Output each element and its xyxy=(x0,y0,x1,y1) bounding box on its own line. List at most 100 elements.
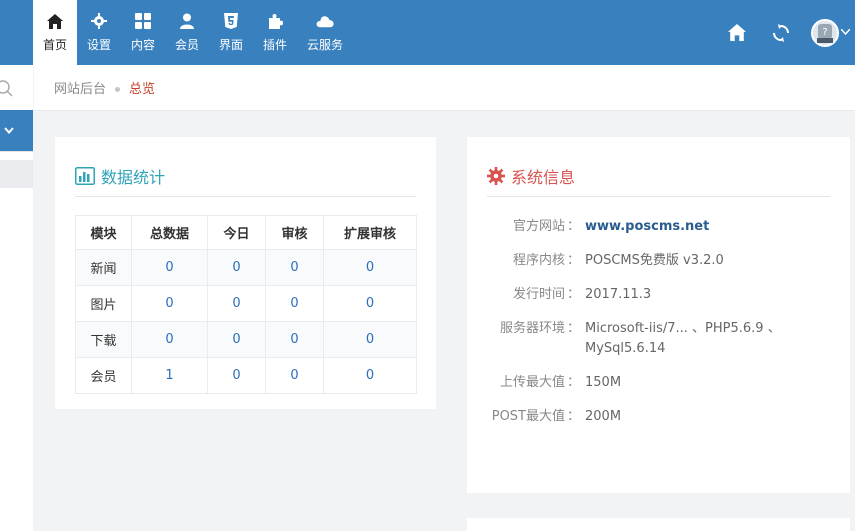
user-icon xyxy=(178,12,196,30)
grid-icon xyxy=(134,12,152,30)
info-label: 服务器环境 xyxy=(499,321,565,336)
nav-home[interactable]: 首页 xyxy=(33,0,77,65)
info-row-post: POST最大值 ： 200M xyxy=(487,407,830,427)
sidebar-item[interactable] xyxy=(0,160,33,188)
table-cell-link[interactable]: 0 xyxy=(265,321,324,358)
info-value: 150M xyxy=(585,375,622,390)
table-row: 会员 1 0 0 0 xyxy=(75,357,417,394)
table-cell-link[interactable]: 0 xyxy=(323,285,417,322)
info-row-website: 官方网站 ： www.poscms.net xyxy=(487,217,830,237)
info-row-kernel: 程序内核 ： POSCMS免费版 v3.2.0 xyxy=(487,251,830,271)
nav-plugins-label: 插件 xyxy=(262,38,287,52)
info-value: 200M xyxy=(585,409,622,424)
sidebar-menu-toggle[interactable] xyxy=(0,110,33,151)
table-cell: 下载 xyxy=(75,321,132,358)
column-header: 扩展审核 xyxy=(323,215,417,250)
nav-settings-label: 设置 xyxy=(86,38,111,52)
home-icon xyxy=(46,12,64,30)
breadcrumb-current: 总览 xyxy=(129,82,156,97)
search-icon xyxy=(0,80,13,97)
column-header: 总数据 xyxy=(131,215,208,250)
info-value: 2017.11.3 xyxy=(585,287,652,302)
breadcrumb-separator xyxy=(115,86,121,92)
website-link[interactable]: www.poscms.net xyxy=(585,217,830,237)
chevron-down-icon xyxy=(4,127,14,134)
table-cell-link[interactable]: 0 xyxy=(265,249,324,286)
stats-table: 模块 总数据 今日 审核 扩展审核 新闻 0 0 0 0 图片 0 0 0 0 xyxy=(75,215,417,394)
system-info-panel: 系统信息 官方网站 ： www.poscms.net 程序内核 ： POSCMS… xyxy=(467,137,850,493)
column-header: 模块 xyxy=(75,215,132,250)
info-row-upload: 上传最大值 ： 150M xyxy=(487,373,830,393)
system-info-header: 系统信息 xyxy=(487,157,830,197)
info-label: 上传最大值 xyxy=(499,375,565,390)
breadcrumb: 网站后台 总览 xyxy=(34,65,855,111)
refresh-icon xyxy=(773,23,789,42)
main-nav: 首页 设置 内容 会员 界面 插件 云服务 xyxy=(33,0,353,65)
table-cell-link[interactable]: 0 xyxy=(207,249,266,286)
nav-content-label: 内容 xyxy=(130,38,155,52)
bar-chart-icon xyxy=(75,166,95,185)
table-header-row: 模块 总数据 今日 审核 扩展审核 xyxy=(75,215,417,250)
column-header: 今日 xyxy=(207,215,266,250)
nav-members[interactable]: 会员 xyxy=(165,0,209,65)
info-value: POSCMS免费版 v3.2.0 xyxy=(585,253,724,268)
nav-settings[interactable]: 设置 xyxy=(77,0,121,65)
info-label: 发行时间 xyxy=(512,287,565,302)
user-placeholder-icon: ? xyxy=(817,23,833,43)
breadcrumb-home-link[interactable]: 网站后台 xyxy=(54,78,106,97)
info-label: 程序内核 xyxy=(512,253,565,268)
table-cell-link[interactable]: 0 xyxy=(265,285,324,322)
nav-content[interactable]: 内容 xyxy=(121,0,165,65)
info-label: POST最大值 xyxy=(491,409,565,424)
table-cell-link[interactable]: 0 xyxy=(323,249,417,286)
sidebar-search-button[interactable] xyxy=(0,73,33,103)
refresh-button[interactable] xyxy=(759,0,803,65)
info-row-server: 服务器环境 ： Microsoft-iis/7... 、PHP5.6.9 、My… xyxy=(487,319,830,359)
stats-panel-title: 数据统计 xyxy=(101,167,166,187)
html5-icon xyxy=(222,12,240,30)
table-cell-link[interactable]: 0 xyxy=(323,357,417,394)
table-cell-link[interactable]: 0 xyxy=(265,357,324,394)
table-cell-link[interactable]: 0 xyxy=(131,249,208,286)
nav-interface[interactable]: 界面 xyxy=(209,0,253,65)
table-cell-link[interactable]: 0 xyxy=(323,321,417,358)
nav-cloud-label: 云服务 xyxy=(306,38,343,52)
nav-home-label: 首页 xyxy=(42,38,67,52)
info-separator: ： xyxy=(567,253,581,268)
info-row-release: 发行时间 ： 2017.11.3 xyxy=(487,285,830,305)
puzzle-icon xyxy=(266,12,284,30)
info-separator: ： xyxy=(567,375,581,390)
stats-panel-header: 数据统计 xyxy=(75,157,416,197)
info-separator: ： xyxy=(567,409,581,424)
chevron-down-icon[interactable] xyxy=(840,27,855,38)
table-cell-link[interactable]: 1 xyxy=(131,357,208,394)
sidebar-divider xyxy=(0,151,33,152)
info-separator: ： xyxy=(567,219,581,234)
table-cell: 新闻 xyxy=(75,249,132,286)
column-header: 审核 xyxy=(265,215,324,250)
info-separator: ： xyxy=(567,321,581,336)
nav-members-label: 会员 xyxy=(174,38,199,52)
table-cell-link[interactable]: 0 xyxy=(207,357,266,394)
nav-plugins[interactable]: 插件 xyxy=(253,0,297,65)
info-separator: ： xyxy=(567,287,581,302)
nav-cloud[interactable]: 云服务 xyxy=(297,0,353,65)
table-row: 下载 0 0 0 0 xyxy=(75,321,417,358)
system-info-title: 系统信息 xyxy=(511,167,576,187)
table-cell-link[interactable]: 0 xyxy=(131,285,208,322)
sidebar xyxy=(0,65,33,531)
info-value: Microsoft-iis/7... 、PHP5.6.9 、MySql5.6.1… xyxy=(585,321,781,356)
home-shortcut-button[interactable] xyxy=(715,0,759,65)
topbar-actions: ? xyxy=(715,0,855,65)
gear-icon xyxy=(487,166,505,185)
table-cell: 会员 xyxy=(75,357,132,394)
avatar[interactable]: ? xyxy=(811,18,839,47)
info-label: 官方网站 xyxy=(512,219,565,234)
table-cell-link[interactable]: 0 xyxy=(207,321,266,358)
table-cell-link[interactable]: 0 xyxy=(131,321,208,358)
top-navbar: 首页 设置 内容 会员 界面 插件 云服务 ? xyxy=(0,0,855,65)
table-cell-link[interactable]: 0 xyxy=(207,285,266,322)
system-info-list: 官方网站 ： www.poscms.net 程序内核 ： POSCMS免费版 v… xyxy=(487,217,830,441)
gear-icon xyxy=(90,12,108,30)
table-row: 图片 0 0 0 0 xyxy=(75,285,417,322)
